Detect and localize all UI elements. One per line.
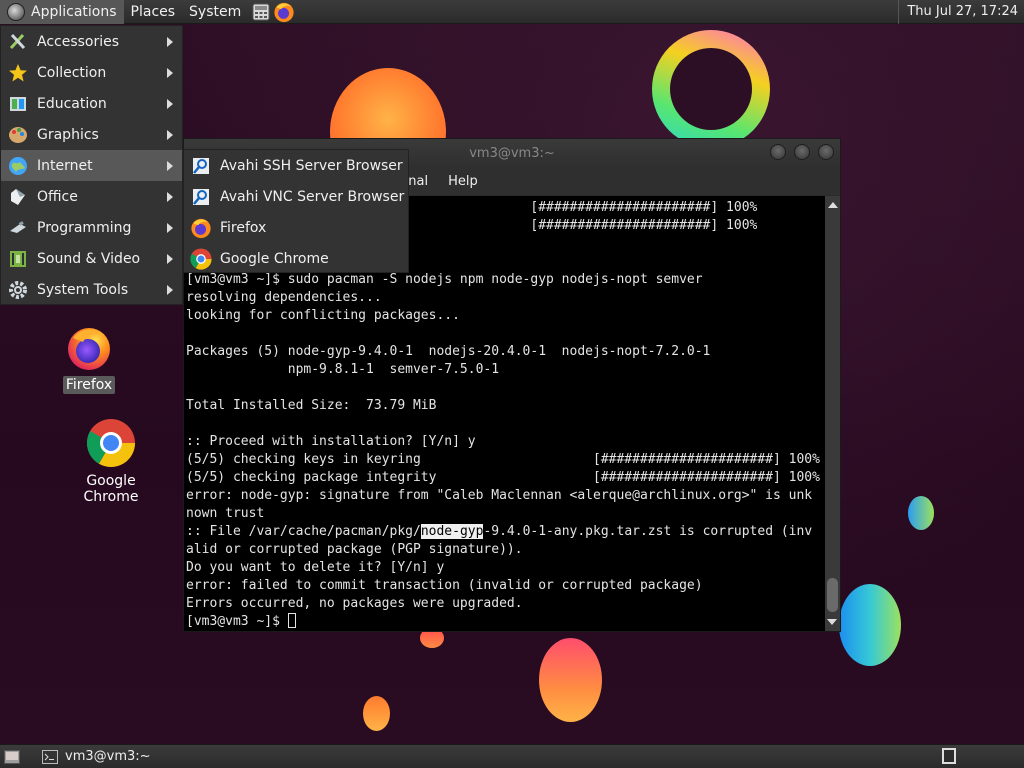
- programming-icon: [7, 217, 29, 239]
- mate-logo-icon: [7, 2, 25, 21]
- accessories-icon: [7, 31, 29, 53]
- scrollbar-thumb[interactable]: [827, 578, 838, 612]
- close-button[interactable]: [818, 144, 834, 160]
- chrome-icon: [190, 247, 212, 270]
- wallpaper-small-orange-orb: [363, 696, 390, 731]
- applications-dropdown: Accessories Collection Education Graphic…: [0, 25, 183, 305]
- submenu-item-label: Firefox: [220, 219, 267, 236]
- education-icon: [7, 93, 29, 115]
- sound-video-icon: [7, 248, 29, 270]
- internet-submenu: Avahi SSH Server Browser Avahi VNC Serve…: [183, 149, 409, 273]
- menu-item-sound-video[interactable]: Sound & Video: [1, 243, 182, 274]
- firefox-icon: [68, 328, 110, 370]
- menu-item-education[interactable]: Education: [1, 88, 182, 119]
- menu-item-label: Office: [37, 188, 78, 205]
- firefox-icon: [190, 217, 212, 239]
- minimize-button[interactable]: [770, 144, 786, 160]
- submenu-item-avahi-ssh[interactable]: Avahi SSH Server Browser: [184, 150, 408, 181]
- window-title: vm3@vm3:~: [469, 145, 555, 161]
- chrome-icon: [86, 419, 135, 468]
- taskbar-item-label: vm3@vm3:~: [65, 749, 151, 764]
- menu-item-label: Accessories: [37, 33, 120, 50]
- scroll-down-arrow-icon[interactable]: [827, 619, 837, 625]
- wallpaper-blue-green-orb: [908, 496, 934, 530]
- terminal-icon: [42, 749, 58, 764]
- terminal-scrollbar[interactable]: [825, 196, 840, 631]
- maximize-button[interactable]: [794, 144, 810, 160]
- submenu-item-label: Avahi VNC Server Browser: [220, 188, 405, 205]
- menu-item-internet[interactable]: Internet: [1, 150, 182, 181]
- applications-menu[interactable]: Applications: [0, 0, 124, 24]
- avahi-icon: [190, 186, 212, 208]
- menu-item-label: Education: [37, 95, 107, 112]
- menu-help[interactable]: Help: [438, 174, 488, 189]
- wallpaper-ring: [652, 30, 770, 148]
- chevron-right-icon: [167, 161, 173, 171]
- desktop-icon-google-chrome[interactable]: Google Chrome: [56, 418, 166, 506]
- bottom-panel: vm3@vm3:~: [0, 744, 1024, 768]
- menu-item-label: Graphics: [37, 126, 99, 143]
- terminal-text-after: -9.4.0-1-any.pkg.tar.zst is corrupted (i…: [186, 524, 813, 629]
- system-menu[interactable]: System: [182, 0, 248, 24]
- places-menu-label: Places: [130, 3, 176, 20]
- chevron-right-icon: [167, 68, 173, 78]
- system-menu-label: System: [189, 3, 242, 20]
- places-menu[interactable]: Places: [124, 0, 183, 24]
- taskbar-item-terminal[interactable]: vm3@vm3:~: [36, 746, 157, 768]
- submenu-item-firefox[interactable]: Firefox: [184, 212, 408, 243]
- chevron-right-icon: [167, 99, 173, 109]
- terminal-cursor: [287, 613, 296, 628]
- menu-item-label: Sound & Video: [37, 250, 141, 267]
- menu-item-collection[interactable]: Collection: [1, 57, 182, 88]
- menu-item-label: Collection: [37, 64, 107, 81]
- chevron-right-icon: [167, 192, 173, 202]
- chevron-right-icon: [167, 254, 173, 264]
- terminal-selection: node-gyp: [420, 524, 484, 539]
- submenu-item-label: Avahi SSH Server Browser: [220, 157, 403, 174]
- desktop-icon-label: Firefox: [62, 376, 116, 394]
- scroll-up-arrow-icon[interactable]: [827, 202, 838, 208]
- menu-item-label: Internet: [37, 157, 93, 174]
- desktop-icon-label: Google Chrome: [83, 473, 139, 505]
- submenu-item-google-chrome[interactable]: Google Chrome: [184, 243, 408, 274]
- office-icon: [7, 186, 29, 208]
- show-desktop-icon[interactable]: [4, 749, 20, 764]
- menu-item-system-tools[interactable]: System Tools: [1, 274, 182, 305]
- star-icon: [7, 62, 29, 84]
- clock[interactable]: Thu Jul 27, 17:24: [898, 0, 1024, 24]
- wallpaper-large-blue-orb: [839, 584, 901, 666]
- chevron-right-icon: [167, 37, 173, 47]
- menu-item-label: System Tools: [37, 281, 129, 298]
- chevron-right-icon: [167, 130, 173, 140]
- wallpaper-pink-orange-orb: [539, 638, 602, 722]
- submenu-item-avahi-vnc[interactable]: Avahi VNC Server Browser: [184, 181, 408, 212]
- calculator-launcher-icon[interactable]: [252, 3, 270, 21]
- applications-menu-label: Applications: [31, 3, 117, 20]
- submenu-item-label: Google Chrome: [220, 250, 329, 267]
- menu-item-programming[interactable]: Programming: [1, 212, 182, 243]
- menu-item-graphics[interactable]: Graphics: [1, 119, 182, 150]
- top-panel: Applications Places System Thu Jul 27, 1…: [0, 0, 1024, 24]
- firefox-launcher-icon[interactable]: [273, 1, 295, 23]
- chevron-right-icon: [167, 223, 173, 233]
- menu-item-label: Programming: [37, 219, 132, 236]
- avahi-icon: [190, 155, 212, 177]
- chevron-right-icon: [167, 285, 173, 295]
- gear-icon: [7, 279, 29, 301]
- globe-icon: [7, 155, 29, 177]
- graphics-icon: [7, 124, 29, 146]
- desktop-icon-firefox[interactable]: Firefox: [34, 324, 144, 394]
- workspace-switcher[interactable]: [942, 748, 956, 764]
- menu-item-office[interactable]: Office: [1, 181, 182, 212]
- menu-item-accessories[interactable]: Accessories: [1, 26, 182, 57]
